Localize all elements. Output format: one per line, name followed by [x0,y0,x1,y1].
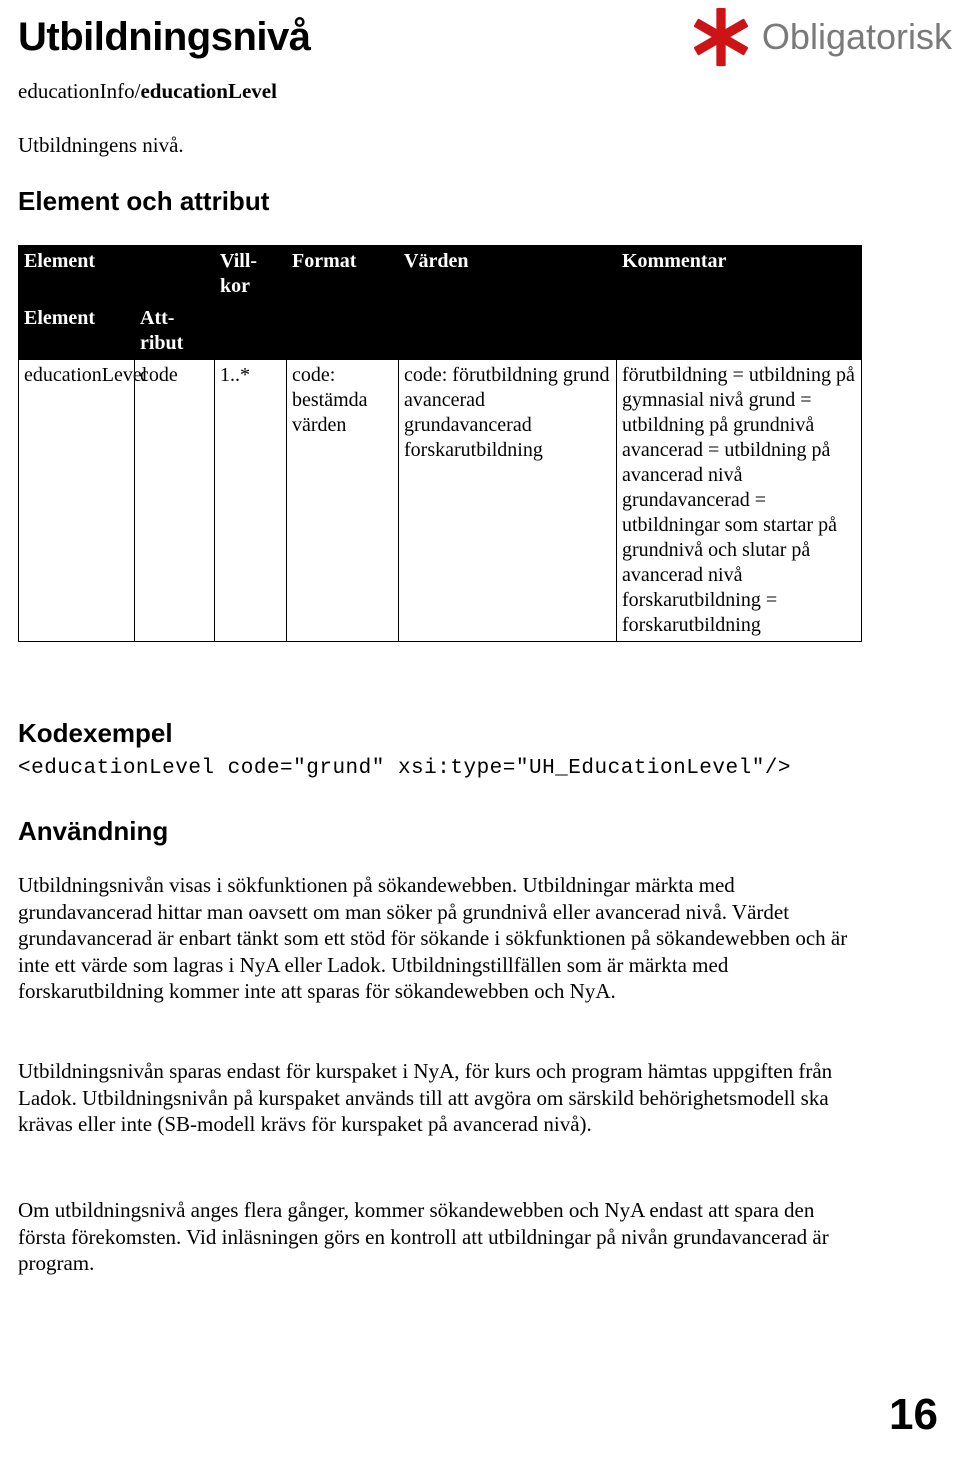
subheader-varden-spacer [398,302,617,360]
cell-format: code: bestämda värden [286,359,399,642]
table-row: educationLevel code 1..* code: bestämda … [18,359,862,642]
header-villkor: Vill-kor [214,245,287,303]
header-attribut-spacer [134,245,215,303]
document-page: Utbildningsnivå educationInfo/educationL… [0,0,960,1457]
subheader-element: Element [18,302,135,360]
subheader-kommentar-spacer [616,302,862,360]
section-heading-anvandning: Användning [18,816,169,846]
cell-villkor: 1..* [214,359,287,642]
subheader-villkor-spacer [214,302,287,360]
red-asterisk-icon [693,7,749,67]
subheader-attribut: Att-ribut [134,302,215,360]
header-element: Element [18,245,135,303]
header-format: Format [286,245,399,303]
spec-table-container: Element Vill-kor Format Värden Kommentar… [18,245,862,642]
usage-paragraph-1: Utbildningsnivån visas i sökfunktionen p… [18,873,848,1003]
spec-table: Element Vill-kor Format Värden Kommentar… [18,245,862,642]
table-subheader-row: Element Att-ribut [18,302,862,360]
cell-varden: code: förutbildning grund avancerad grun… [398,359,617,642]
section-heading-kodexempel: Kodexempel [18,718,173,748]
header-kommentar: Kommentar [616,245,862,303]
breadcrumb: educationInfo/educationLevel [18,78,942,104]
table-body: educationLevel code 1..* code: bestämda … [18,359,862,642]
cell-kommentar: förutbildning = utbildning på gymnasial … [616,359,862,642]
usage-paragraph-3: Om utbildningsnivå anges flera gånger, k… [18,1198,829,1275]
obligatorisk-label: Obligatorisk [761,16,952,57]
breadcrumb-prefix: educationInfo/ [18,79,141,103]
page-number: 16 [889,1390,938,1439]
code-example: <educationLevel code="grund" xsi:type="U… [18,757,792,780]
subheader-format-spacer [286,302,399,360]
table-header-row: Element Vill-kor Format Värden Kommentar [18,245,862,303]
table-head: Element Vill-kor Format Värden Kommentar… [18,245,862,360]
cell-attribut: code [134,359,215,642]
obligatorisk-badge: Obligatorisk [690,6,952,68]
header-varden: Värden [398,245,617,303]
intro-description: Utbildningens nivå. [18,133,184,157]
usage-paragraph-2: Utbildningsnivån sparas endast för kursp… [18,1059,833,1136]
cell-element: educationLevel [18,359,147,642]
section-heading-element-attribut: Element och attribut [18,186,270,216]
breadcrumb-current: educationLevel [140,79,277,103]
